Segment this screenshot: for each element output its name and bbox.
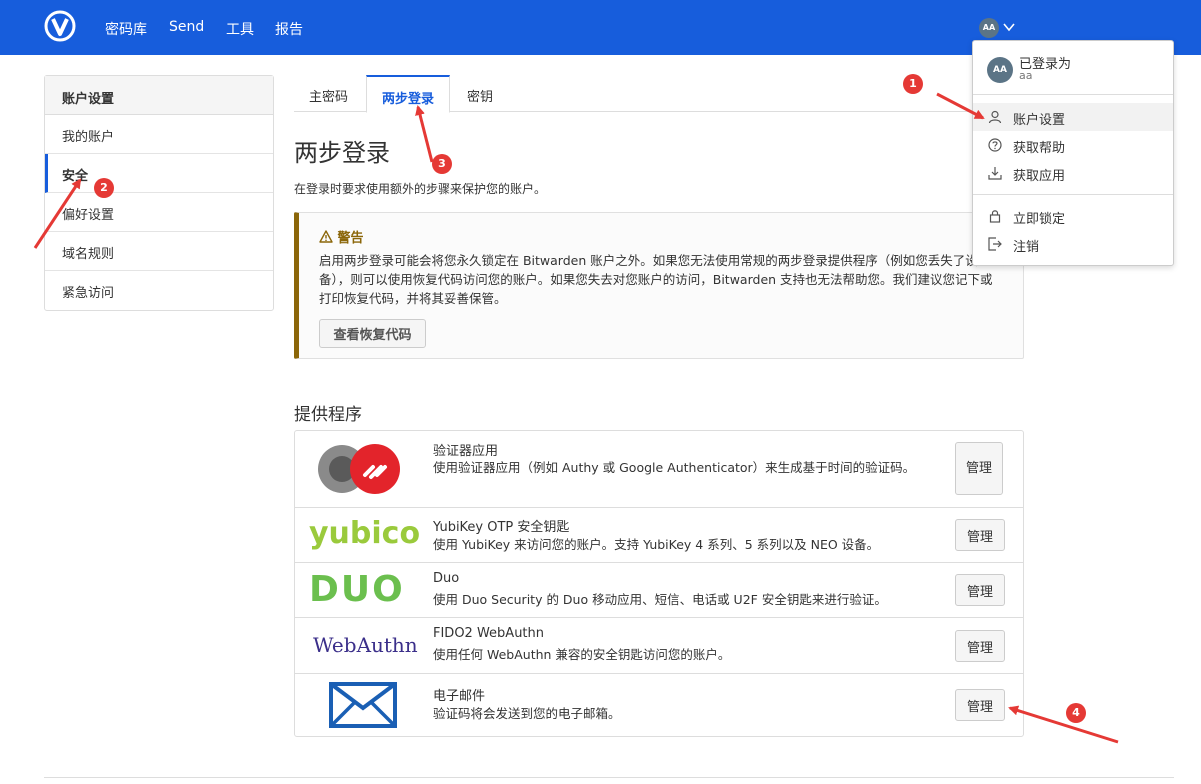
providers-list: 验证器应用 使用验证器应用（例如 Authy 或 Google Authenti… <box>294 430 1024 737</box>
menu-item-label: 账户设置 <box>1013 113 1066 128</box>
warning-title: 警告 <box>337 231 364 246</box>
list-item: DUO Duo 使用 Duo Security 的 Duo 移动应用、短信、电话… <box>295 563 1023 618</box>
view-recovery-code-button[interactable]: 查看恢复代码 <box>319 319 426 348</box>
nav-send[interactable]: Send <box>169 19 204 35</box>
annotation-badge-4: 4 <box>1066 703 1086 723</box>
manage-duo-button[interactable]: 管理 <box>955 574 1005 606</box>
menu-divider <box>973 94 1173 95</box>
webauthn-logo: WebAuthn <box>313 633 418 657</box>
tab-master-password[interactable]: 主密码 <box>294 75 363 112</box>
account-menu-toggle[interactable]: AA <box>979 18 1019 38</box>
duo-logo: DUO <box>309 569 405 610</box>
menu-item-label: 立即锁定 <box>1013 212 1066 227</box>
warning-title-row: 警告 <box>319 227 364 246</box>
nav-tools[interactable]: 工具 <box>226 19 254 39</box>
provider-name: Duo <box>433 571 460 586</box>
providers-title: 提供程序 <box>294 405 362 425</box>
footer-divider <box>44 777 1174 778</box>
provider-description: 使用任何 WebAuthn 兼容的安全钥匙访问您的账户。 <box>433 647 731 662</box>
annotation-arrow-3 <box>415 105 434 163</box>
tab-keys[interactable]: 密钥 <box>452 75 508 112</box>
manage-authenticator-button[interactable]: 管理 <box>955 442 1003 495</box>
authenticator-logo <box>318 444 400 494</box>
nav-reports[interactable]: 报告 <box>275 19 303 39</box>
manage-webauthn-button[interactable]: 管理 <box>955 630 1005 662</box>
menu-item-label: 获取应用 <box>1013 169 1066 184</box>
provider-description: 使用 Duo Security 的 Duo 移动应用、短信、电话或 U2F 安全… <box>433 592 887 607</box>
bitwarden-logo[interactable] <box>44 10 76 42</box>
question-icon <box>988 138 1002 152</box>
list-item: 验证器应用 使用验证器应用（例如 Authy 或 Google Authenti… <box>295 431 1023 508</box>
sidebar-item-preferences[interactable]: 偏好设置 <box>45 193 273 232</box>
list-item: yubico YubiKey OTP 安全钥匙 使用 YubiKey 来访问您的… <box>295 508 1023 563</box>
email-logo <box>329 682 397 728</box>
warning-text: 启用两步登录可能会将您永久锁定在 Bitwarden 账户之外。如果您无法使用常… <box>319 253 993 306</box>
list-item: 电子邮件 验证码将会发送到您的电子邮箱。 管理 <box>295 674 1023 736</box>
sidebar-item-domain-rules[interactable]: 域名规则 <box>45 232 273 271</box>
menu-item-label: 注销 <box>1013 240 1040 255</box>
menu-item-get-apps[interactable]: 获取应用 <box>973 159 1173 187</box>
settings-sidebar: 账户设置 我的账户 安全 偏好设置 域名规则 紧急访问 <box>44 75 274 311</box>
yubico-logo: yubico <box>309 516 421 551</box>
annotation-badge-3: 3 <box>432 154 452 174</box>
sidebar-item-security[interactable]: 安全 <box>45 154 273 193</box>
warning-icon <box>319 230 333 243</box>
provider-description: 验证码将会发送到您的电子邮箱。 <box>433 706 621 721</box>
nav-vault[interactable]: 密码库 <box>105 19 147 39</box>
tab-two-step-login[interactable]: 两步登录 <box>366 75 451 113</box>
sidebar-item-my-account[interactable]: 我的账户 <box>45 115 273 154</box>
provider-name: YubiKey OTP 安全钥匙 <box>433 520 570 535</box>
menu-item-account-settings[interactable]: 账户设置 <box>973 103 1173 131</box>
menu-item-get-help[interactable]: 获取帮助 <box>973 131 1173 159</box>
annotation-arrow-4 <box>1008 705 1119 744</box>
page-title: 两步登录 <box>294 139 390 167</box>
logged-in-username: aa <box>1019 69 1033 82</box>
annotation-badge-2: 2 <box>94 178 114 198</box>
manage-email-button[interactable]: 管理 <box>955 689 1005 721</box>
chevron-down-icon <box>1003 23 1015 32</box>
provider-description: 使用验证器应用（例如 Authy 或 Google Authenticator）… <box>433 460 916 475</box>
menu-item-lock-now[interactable]: 立即锁定 <box>973 202 1173 230</box>
download-icon <box>988 167 1002 180</box>
sidebar-item-emergency-access[interactable]: 紧急访问 <box>45 271 273 310</box>
annotation-badge-1: 1 <box>903 74 923 94</box>
manage-yubikey-button[interactable]: 管理 <box>955 519 1005 551</box>
avatar: AA <box>987 57 1013 83</box>
menu-item-log-out[interactable]: 注销 <box>973 230 1173 258</box>
provider-name: FIDO2 WebAuthn <box>433 626 545 641</box>
provider-description: 使用 YubiKey 来访问您的账户。支持 YubiKey 4 系列、5 系列以… <box>433 537 880 552</box>
menu-divider <box>973 194 1173 195</box>
provider-name: 电子邮件 <box>433 689 486 704</box>
account-dropdown-menu: AA 已登录为 aa 账户设置 获取帮助 获取应用 立即锁定 注销 <box>972 40 1174 266</box>
list-item: WebAuthn FIDO2 WebAuthn 使用任何 WebAuthn 兼容… <box>295 618 1023 674</box>
logout-icon <box>988 237 1002 251</box>
avatar: AA <box>979 18 999 38</box>
sidebar-title: 账户设置 <box>45 76 273 115</box>
warning-callout: 警告 启用两步登录可能会将您永久锁定在 Bitwarden 账户之外。如果您无法… <box>294 212 1024 359</box>
lock-icon <box>989 210 1001 223</box>
user-icon <box>988 110 1002 124</box>
menu-item-label: 获取帮助 <box>1013 141 1066 156</box>
page-description: 在登录时要求使用额外的步骤来保护您的账户。 <box>294 182 547 196</box>
